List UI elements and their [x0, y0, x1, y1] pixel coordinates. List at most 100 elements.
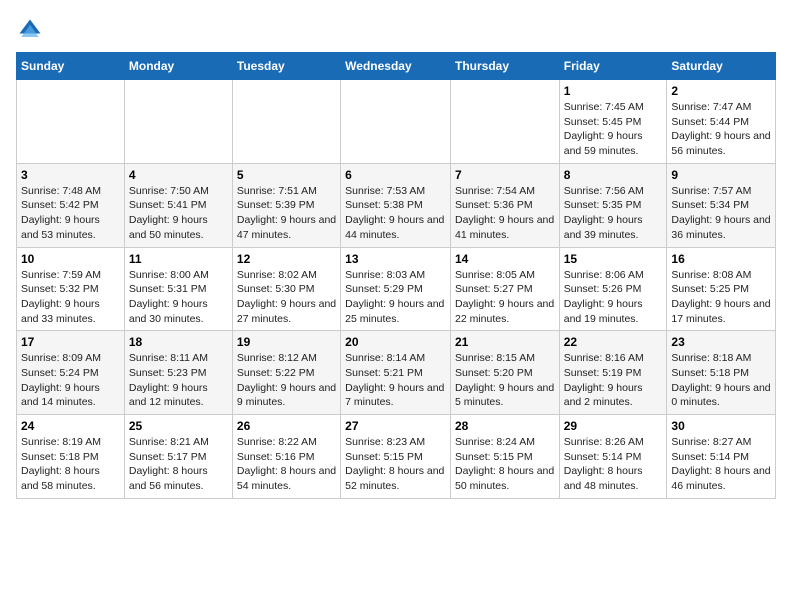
day-info: Sunrise: 8:08 AMSunset: 5:25 PMDaylight:… [671, 269, 770, 325]
day-info: Sunrise: 7:53 AMSunset: 5:38 PMDaylight:… [345, 185, 444, 241]
day-number: 14 [455, 252, 555, 266]
weekday-header-friday: Friday [559, 53, 667, 80]
calendar-cell [124, 80, 232, 164]
day-info: Sunrise: 8:21 AMSunset: 5:17 PMDaylight:… [129, 436, 209, 492]
day-number: 25 [129, 419, 228, 433]
day-info: Sunrise: 8:24 AMSunset: 5:15 PMDaylight:… [455, 436, 554, 492]
calendar-cell: 6 Sunrise: 7:53 AMSunset: 5:38 PMDayligh… [341, 163, 451, 247]
day-number: 26 [237, 419, 336, 433]
calendar-cell: 23 Sunrise: 8:18 AMSunset: 5:18 PMDaylig… [667, 331, 776, 415]
weekday-header-monday: Monday [124, 53, 232, 80]
day-number: 16 [671, 252, 771, 266]
calendar-cell: 18 Sunrise: 8:11 AMSunset: 5:23 PMDaylig… [124, 331, 232, 415]
calendar-week-row: 24 Sunrise: 8:19 AMSunset: 5:18 PMDaylig… [17, 415, 776, 499]
day-number: 28 [455, 419, 555, 433]
calendar-cell: 14 Sunrise: 8:05 AMSunset: 5:27 PMDaylig… [450, 247, 559, 331]
page-header [16, 16, 776, 44]
logo-icon [16, 16, 44, 44]
day-number: 21 [455, 335, 555, 349]
calendar-table: SundayMondayTuesdayWednesdayThursdayFrid… [16, 52, 776, 499]
day-info: Sunrise: 7:47 AMSunset: 5:44 PMDaylight:… [671, 101, 770, 157]
calendar-cell: 15 Sunrise: 8:06 AMSunset: 5:26 PMDaylig… [559, 247, 667, 331]
calendar-cell: 27 Sunrise: 8:23 AMSunset: 5:15 PMDaylig… [341, 415, 451, 499]
calendar-week-row: 10 Sunrise: 7:59 AMSunset: 5:32 PMDaylig… [17, 247, 776, 331]
day-info: Sunrise: 8:22 AMSunset: 5:16 PMDaylight:… [237, 436, 336, 492]
day-info: Sunrise: 8:15 AMSunset: 5:20 PMDaylight:… [455, 352, 554, 408]
calendar-cell: 16 Sunrise: 8:08 AMSunset: 5:25 PMDaylig… [667, 247, 776, 331]
weekday-header-sunday: Sunday [17, 53, 125, 80]
calendar-cell: 5 Sunrise: 7:51 AMSunset: 5:39 PMDayligh… [232, 163, 340, 247]
day-number: 7 [455, 168, 555, 182]
day-info: Sunrise: 8:26 AMSunset: 5:14 PMDaylight:… [564, 436, 644, 492]
day-info: Sunrise: 7:56 AMSunset: 5:35 PMDaylight:… [564, 185, 644, 241]
day-info: Sunrise: 8:12 AMSunset: 5:22 PMDaylight:… [237, 352, 336, 408]
calendar-cell: 10 Sunrise: 7:59 AMSunset: 5:32 PMDaylig… [17, 247, 125, 331]
calendar-cell [232, 80, 340, 164]
calendar-cell: 22 Sunrise: 8:16 AMSunset: 5:19 PMDaylig… [559, 331, 667, 415]
calendar-cell: 2 Sunrise: 7:47 AMSunset: 5:44 PMDayligh… [667, 80, 776, 164]
calendar-week-row: 3 Sunrise: 7:48 AMSunset: 5:42 PMDayligh… [17, 163, 776, 247]
calendar-cell: 9 Sunrise: 7:57 AMSunset: 5:34 PMDayligh… [667, 163, 776, 247]
calendar-cell: 30 Sunrise: 8:27 AMSunset: 5:14 PMDaylig… [667, 415, 776, 499]
day-info: Sunrise: 8:03 AMSunset: 5:29 PMDaylight:… [345, 269, 444, 325]
logo [16, 16, 48, 44]
day-number: 27 [345, 419, 446, 433]
day-info: Sunrise: 8:18 AMSunset: 5:18 PMDaylight:… [671, 352, 770, 408]
calendar-cell: 20 Sunrise: 8:14 AMSunset: 5:21 PMDaylig… [341, 331, 451, 415]
calendar-week-row: 1 Sunrise: 7:45 AMSunset: 5:45 PMDayligh… [17, 80, 776, 164]
calendar-cell: 26 Sunrise: 8:22 AMSunset: 5:16 PMDaylig… [232, 415, 340, 499]
calendar-cell: 1 Sunrise: 7:45 AMSunset: 5:45 PMDayligh… [559, 80, 667, 164]
day-number: 13 [345, 252, 446, 266]
calendar-cell: 28 Sunrise: 8:24 AMSunset: 5:15 PMDaylig… [450, 415, 559, 499]
calendar-cell: 24 Sunrise: 8:19 AMSunset: 5:18 PMDaylig… [17, 415, 125, 499]
calendar-week-row: 17 Sunrise: 8:09 AMSunset: 5:24 PMDaylig… [17, 331, 776, 415]
calendar-cell [450, 80, 559, 164]
day-number: 22 [564, 335, 663, 349]
day-info: Sunrise: 8:14 AMSunset: 5:21 PMDaylight:… [345, 352, 444, 408]
day-info: Sunrise: 8:02 AMSunset: 5:30 PMDaylight:… [237, 269, 336, 325]
weekday-header-tuesday: Tuesday [232, 53, 340, 80]
calendar-cell: 12 Sunrise: 8:02 AMSunset: 5:30 PMDaylig… [232, 247, 340, 331]
calendar-cell: 13 Sunrise: 8:03 AMSunset: 5:29 PMDaylig… [341, 247, 451, 331]
day-number: 23 [671, 335, 771, 349]
day-info: Sunrise: 7:51 AMSunset: 5:39 PMDaylight:… [237, 185, 336, 241]
day-info: Sunrise: 7:54 AMSunset: 5:36 PMDaylight:… [455, 185, 554, 241]
day-number: 11 [129, 252, 228, 266]
day-number: 18 [129, 335, 228, 349]
day-info: Sunrise: 7:48 AMSunset: 5:42 PMDaylight:… [21, 185, 101, 241]
day-number: 5 [237, 168, 336, 182]
day-info: Sunrise: 8:00 AMSunset: 5:31 PMDaylight:… [129, 269, 209, 325]
day-number: 8 [564, 168, 663, 182]
day-number: 6 [345, 168, 446, 182]
calendar-cell [341, 80, 451, 164]
calendar-cell: 3 Sunrise: 7:48 AMSunset: 5:42 PMDayligh… [17, 163, 125, 247]
day-number: 19 [237, 335, 336, 349]
calendar-cell: 21 Sunrise: 8:15 AMSunset: 5:20 PMDaylig… [450, 331, 559, 415]
day-number: 12 [237, 252, 336, 266]
day-info: Sunrise: 8:16 AMSunset: 5:19 PMDaylight:… [564, 352, 644, 408]
calendar-cell: 25 Sunrise: 8:21 AMSunset: 5:17 PMDaylig… [124, 415, 232, 499]
day-info: Sunrise: 8:19 AMSunset: 5:18 PMDaylight:… [21, 436, 101, 492]
calendar-cell: 8 Sunrise: 7:56 AMSunset: 5:35 PMDayligh… [559, 163, 667, 247]
day-number: 24 [21, 419, 120, 433]
calendar-cell: 29 Sunrise: 8:26 AMSunset: 5:14 PMDaylig… [559, 415, 667, 499]
day-number: 1 [564, 84, 663, 98]
day-info: Sunrise: 7:50 AMSunset: 5:41 PMDaylight:… [129, 185, 209, 241]
calendar-cell [17, 80, 125, 164]
weekday-header-saturday: Saturday [667, 53, 776, 80]
day-info: Sunrise: 7:59 AMSunset: 5:32 PMDaylight:… [21, 269, 101, 325]
day-info: Sunrise: 8:05 AMSunset: 5:27 PMDaylight:… [455, 269, 554, 325]
day-info: Sunrise: 8:27 AMSunset: 5:14 PMDaylight:… [671, 436, 770, 492]
day-info: Sunrise: 8:06 AMSunset: 5:26 PMDaylight:… [564, 269, 644, 325]
calendar-cell: 17 Sunrise: 8:09 AMSunset: 5:24 PMDaylig… [17, 331, 125, 415]
day-number: 30 [671, 419, 771, 433]
day-info: Sunrise: 7:45 AMSunset: 5:45 PMDaylight:… [564, 101, 644, 157]
day-number: 10 [21, 252, 120, 266]
day-number: 29 [564, 419, 663, 433]
day-info: Sunrise: 8:23 AMSunset: 5:15 PMDaylight:… [345, 436, 444, 492]
day-number: 20 [345, 335, 446, 349]
day-number: 3 [21, 168, 120, 182]
weekday-header-thursday: Thursday [450, 53, 559, 80]
day-number: 4 [129, 168, 228, 182]
day-number: 2 [671, 84, 771, 98]
